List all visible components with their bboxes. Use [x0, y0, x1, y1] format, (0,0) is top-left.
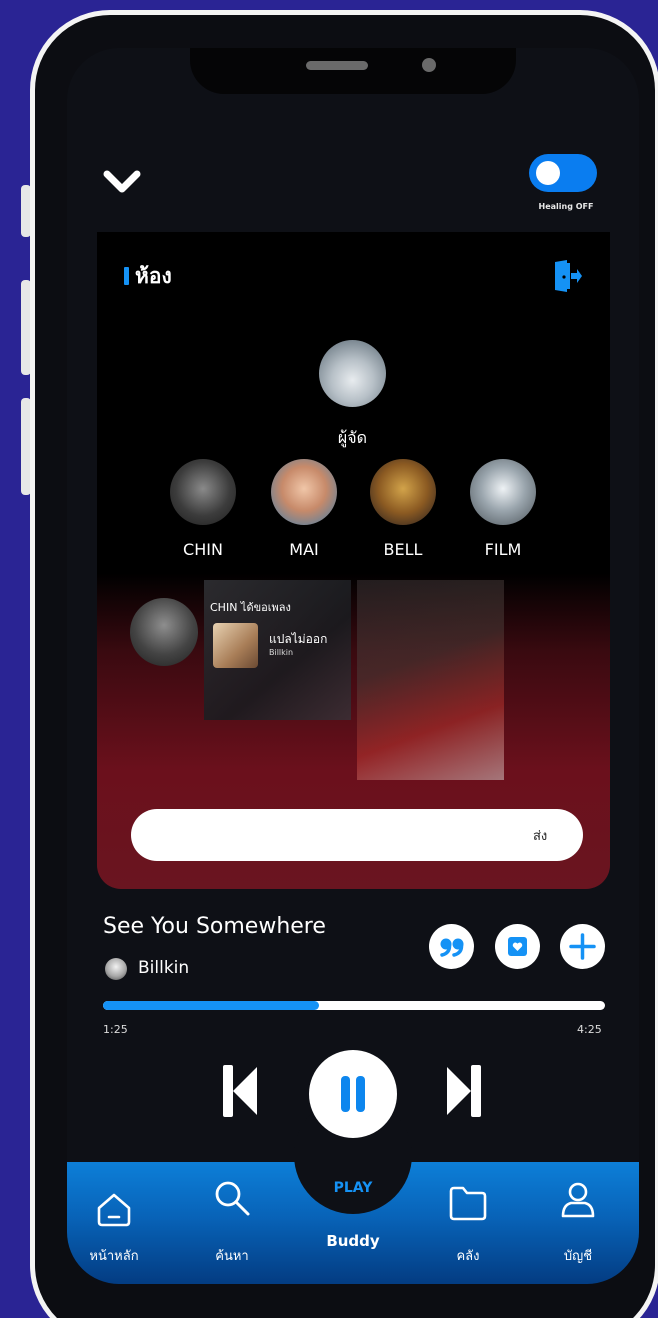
progress-fill: [103, 1001, 319, 1010]
member-name-chin: CHIN: [183, 540, 223, 559]
phone-screen: Healing OFF ห้อง ผู้จัด CHIN MAI BELL FI…: [67, 48, 639, 1284]
notch: [190, 48, 516, 94]
search-icon: [215, 1181, 250, 1216]
healing-label: Healing OFF: [538, 202, 594, 211]
artist-avatar: [105, 958, 127, 980]
member-name-mai: MAI: [289, 540, 319, 559]
member-name-film: FILM: [484, 540, 522, 559]
tab-search[interactable]: ค้นหา: [187, 1178, 277, 1278]
track-artist[interactable]: Billkin: [138, 958, 189, 978]
room-title: ห้อง: [135, 264, 172, 288]
tab-buddy[interactable]: Buddy: [294, 1232, 412, 1250]
tab-account[interactable]: บัญชี: [533, 1178, 623, 1278]
skip-previous-icon: [223, 1065, 257, 1117]
healing-toggle[interactable]: [529, 154, 597, 192]
chat-input[interactable]: [131, 809, 583, 861]
heart-card-icon: [508, 937, 527, 956]
next-button[interactable]: [443, 1063, 485, 1119]
requester-avatar: [130, 598, 198, 666]
progress-bar[interactable]: [103, 1001, 605, 1010]
member-name-bell: BELL: [383, 540, 423, 559]
background-photo: [357, 580, 504, 780]
room-title-marker: [124, 267, 129, 285]
folder-icon: [449, 1186, 487, 1221]
requested-song-artist: Billkin: [269, 648, 294, 657]
chevron-down-icon[interactable]: [103, 166, 141, 196]
send-button[interactable]: ส่ง: [533, 825, 547, 846]
host-avatar[interactable]: [319, 340, 386, 407]
member-avatar-bell[interactable]: [370, 459, 436, 525]
previous-button[interactable]: [219, 1063, 261, 1119]
user-icon: [561, 1182, 595, 1218]
total-time: 4:25: [577, 1023, 602, 1036]
tab-label: บัญชี: [563, 1249, 593, 1264]
healing-toggle-knob: [536, 161, 560, 185]
member-avatar-chin[interactable]: [170, 459, 236, 525]
requested-song-title: แปลไม่ออก: [269, 632, 328, 646]
pause-button[interactable]: [309, 1050, 397, 1138]
play-label: PLAY: [333, 1180, 373, 1196]
notch-speaker: [306, 61, 368, 70]
room-card: ห้อง ผู้จัด CHIN MAI BELL FILM CHIN ได้ข…: [97, 232, 610, 889]
tab-library[interactable]: คลัง: [423, 1178, 513, 1278]
tab-label: ค้นหา: [215, 1249, 249, 1264]
lyrics-button[interactable]: [429, 924, 474, 969]
quote-icon: [440, 938, 464, 957]
track-title: See You Somewhere: [103, 914, 326, 939]
exit-room-icon[interactable]: [552, 259, 582, 293]
elapsed-time: 1:25: [103, 1023, 128, 1036]
tab-home[interactable]: หน้าหลัก: [69, 1178, 159, 1278]
tab-label: คลัง: [456, 1249, 480, 1264]
skip-next-icon: [447, 1065, 481, 1117]
favorite-button[interactable]: [495, 924, 540, 969]
tab-label: หน้าหลัก: [89, 1249, 139, 1264]
plus-icon: [569, 933, 596, 960]
member-avatar-mai[interactable]: [271, 459, 337, 525]
requested-song-cover[interactable]: [213, 623, 258, 668]
song-request-text: CHIN ได้ขอเพลง: [210, 601, 291, 614]
host-label: ผู้จัด: [337, 428, 368, 447]
notch-camera: [422, 58, 436, 72]
member-avatar-film[interactable]: [470, 459, 536, 525]
add-button[interactable]: [560, 924, 605, 969]
home-icon: [97, 1193, 131, 1227]
